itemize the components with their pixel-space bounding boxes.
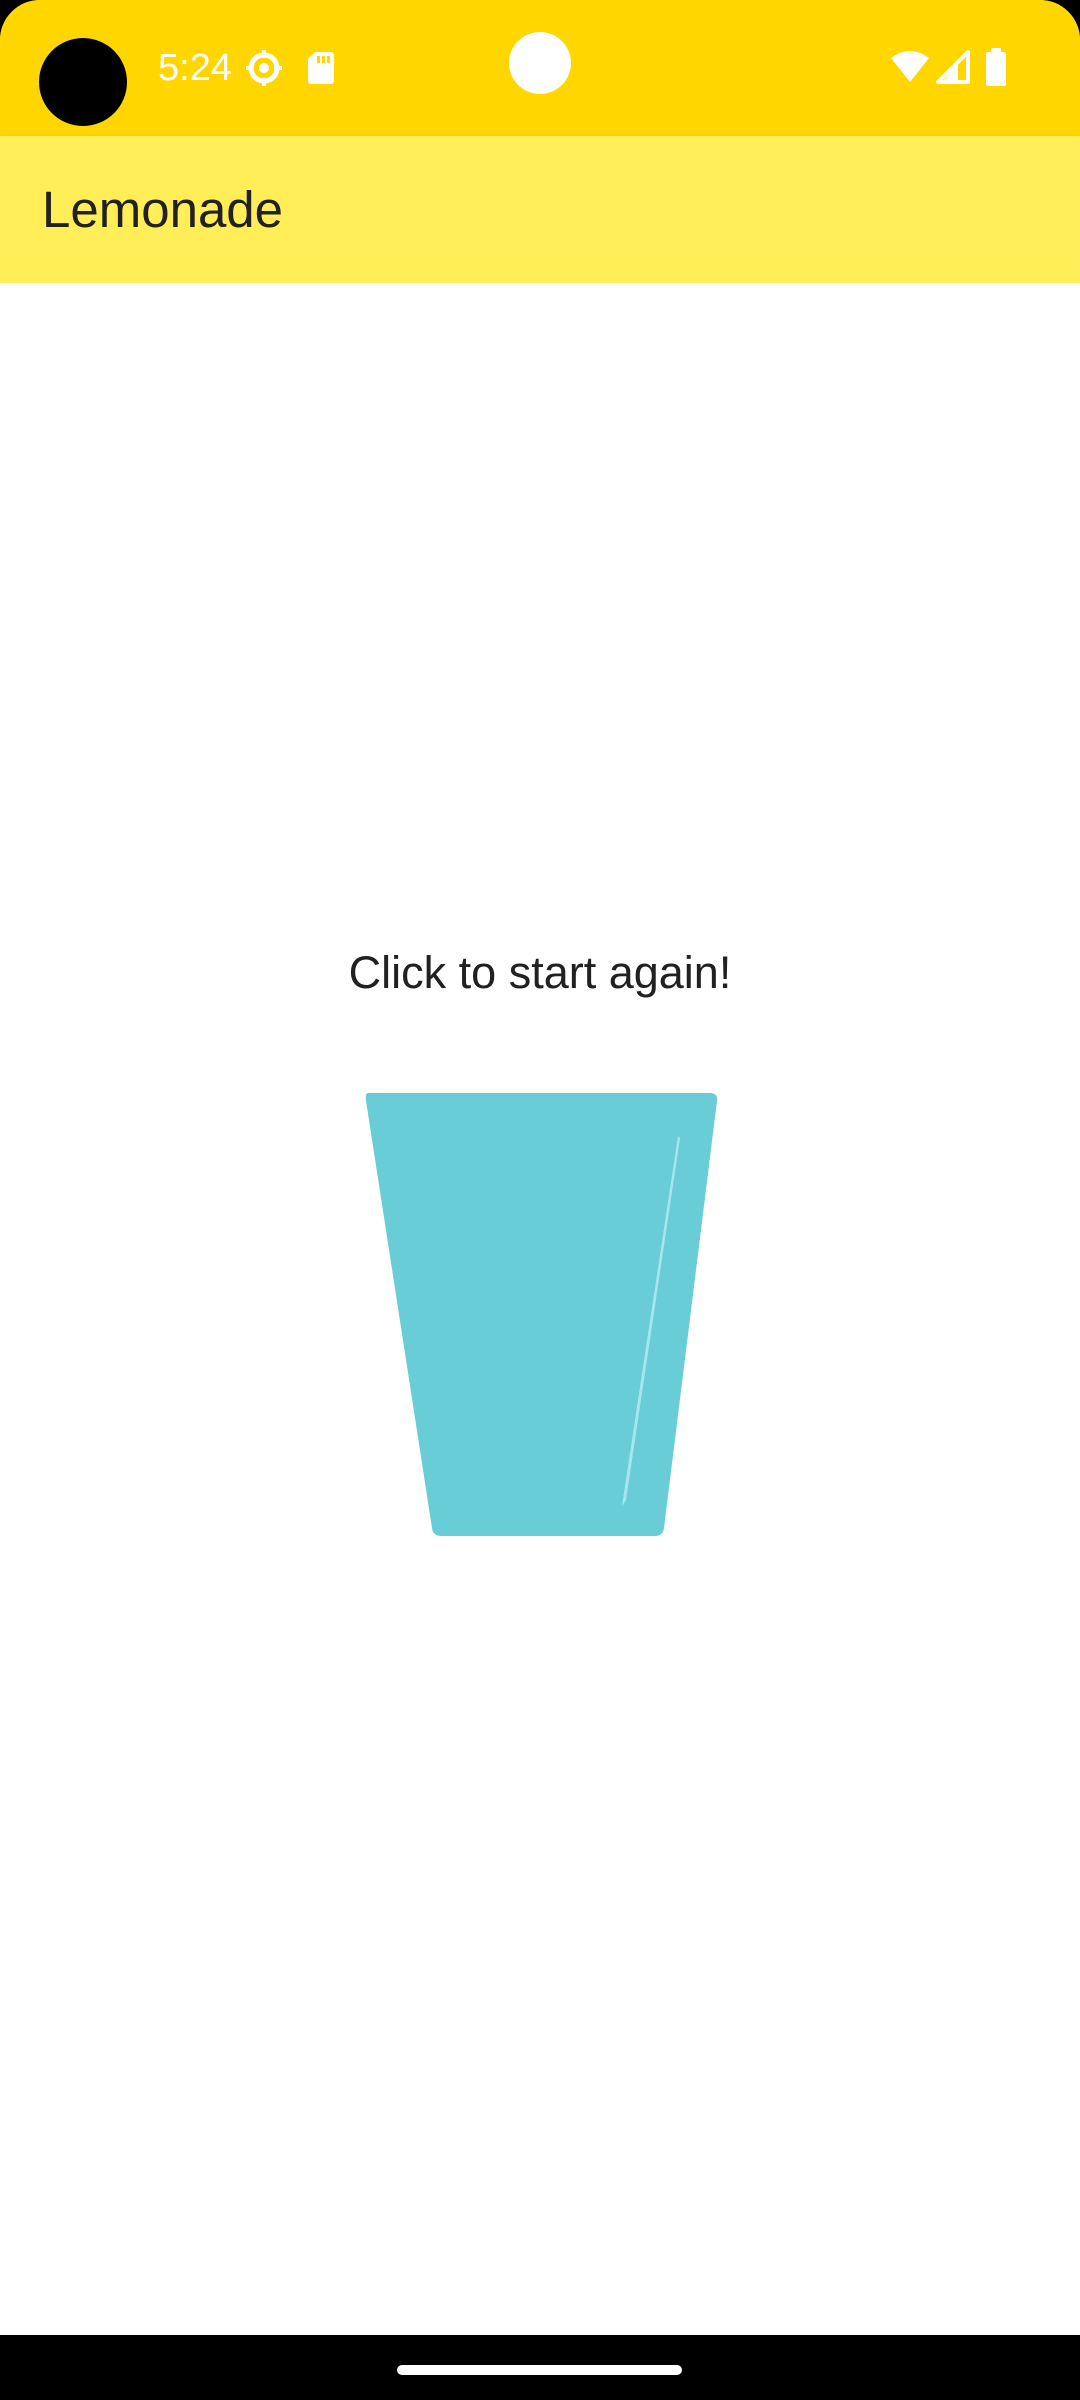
camera-cutout (39, 38, 127, 126)
wifi-icon (890, 50, 930, 89)
status-dot (509, 32, 571, 94)
app-bar: Lemonade (0, 136, 1080, 283)
instruction-text: Click to start again! (348, 947, 732, 998)
battery-icon (984, 48, 1008, 91)
app-title: Lemonade (42, 181, 284, 238)
settings-icon (244, 48, 284, 93)
empty-glass-icon (365, 1093, 718, 1536)
lemonade-screen: 5:24 Lemonade Click to start again! (0, 0, 1080, 2400)
empty-glass-button[interactable] (360, 1088, 720, 1538)
home-gesture-handle[interactable] (397, 2365, 682, 2375)
status-time: 5:24 (158, 47, 232, 89)
signal-icon (936, 50, 970, 89)
main-content: Click to start again! (0, 283, 1080, 2335)
status-bar: 5:24 (0, 0, 1080, 136)
navigation-bar (0, 2335, 1080, 2400)
sd-card-icon (306, 48, 336, 93)
